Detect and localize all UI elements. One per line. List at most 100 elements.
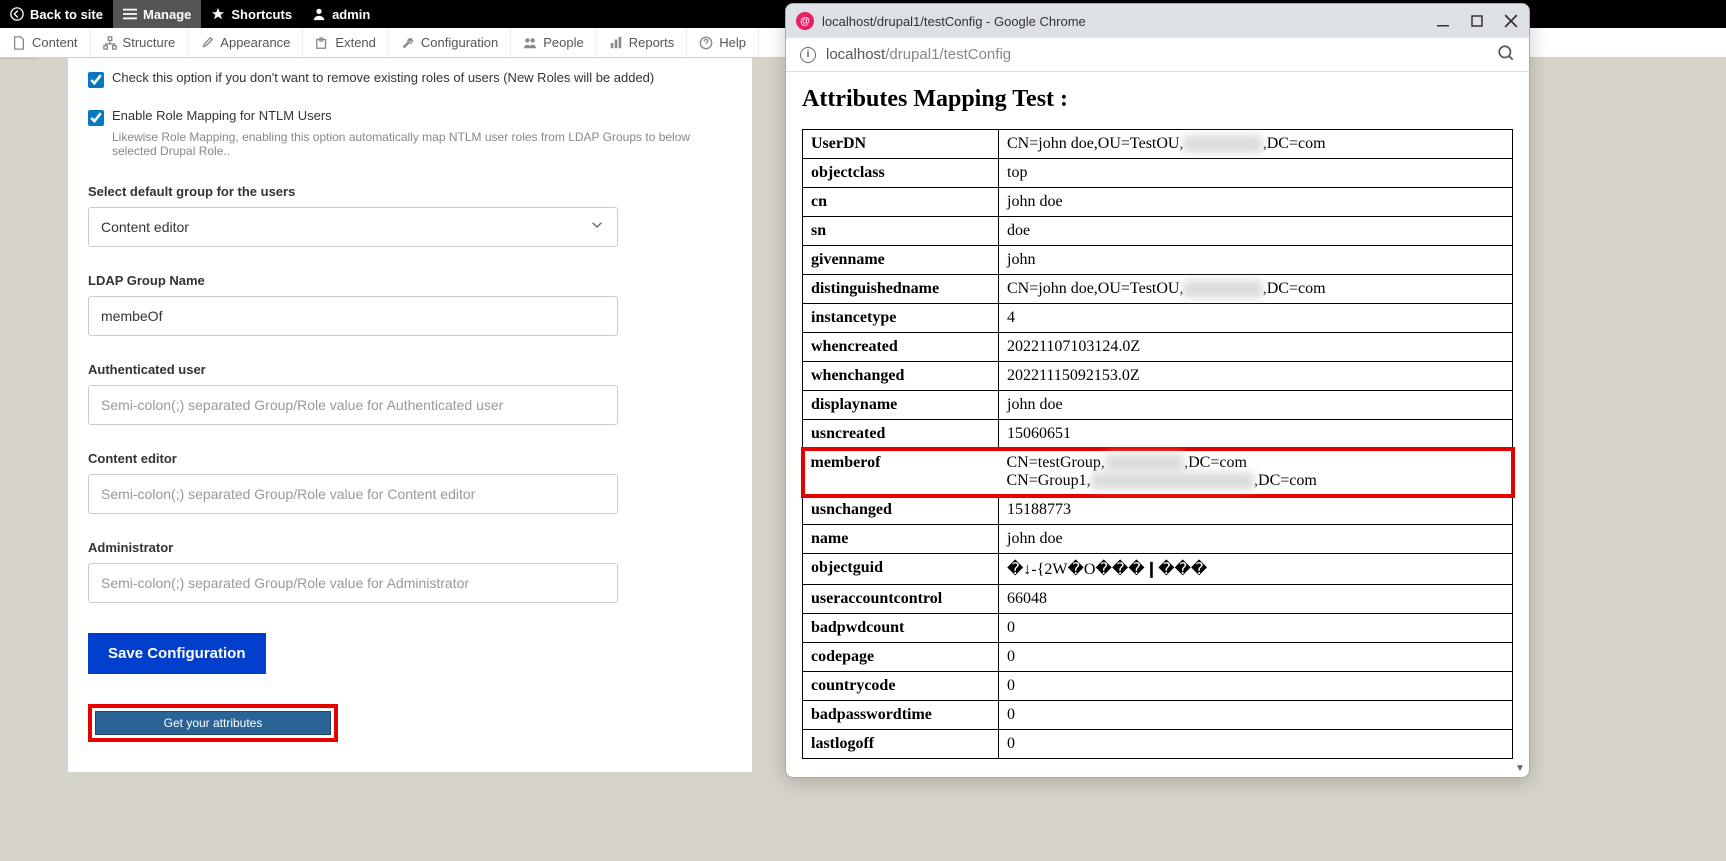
attr-key: codepage <box>803 643 999 672</box>
attr-value: 0 <box>999 701 1513 730</box>
chrome-favicon-icon: @ <box>796 12 814 30</box>
administrator-field: Administrator <box>88 540 732 603</box>
site-info-icon[interactable]: i <box>800 47 816 63</box>
attr-value: CN=john doe,OU=TestOU,DC=xxxxxx,DC=com <box>999 275 1513 304</box>
chrome-titlebar[interactable]: @ localhost/drupal1/testConfig - Google … <box>786 4 1529 38</box>
auth-user-label: Authenticated user <box>88 362 732 377</box>
auth-user-input[interactable] <box>88 385 618 425</box>
shortcuts-button[interactable]: Shortcuts <box>201 0 302 28</box>
scrollbar-down-arrow-icon[interactable]: ▼ <box>1512 760 1528 776</box>
table-row: distinguishednameCN=john doe,OU=TestOU,D… <box>803 275 1513 304</box>
toolbar-structure-label: Structure <box>123 35 176 50</box>
attr-key: cn <box>803 188 999 217</box>
default-group-field: Select default group for the users Conte… <box>88 184 732 247</box>
attr-key: sn <box>803 217 999 246</box>
attr-value: 20221107103124.0Z <box>999 333 1513 362</box>
ldap-group-name-field: LDAP Group Name <box>88 273 732 336</box>
ldap-group-name-input[interactable] <box>88 296 618 336</box>
attr-value: doe <box>999 217 1513 246</box>
attr-key: lastlogoff <box>803 730 999 759</box>
toolbar-content[interactable]: Content <box>0 28 91 57</box>
hamburger-icon <box>123 7 137 21</box>
attr-value: 20221115092153.0Z <box>999 362 1513 391</box>
admin-user-button[interactable]: admin <box>302 0 380 28</box>
attr-value: �↓-{2W�O���❙��� <box>999 554 1513 585</box>
chrome-body: Attributes Mapping Test : UserDNCN=john … <box>786 72 1529 777</box>
get-attributes-button[interactable]: Get your attributes <box>95 711 331 735</box>
toolbar-people[interactable]: People <box>511 28 596 57</box>
default-group-select[interactable]: Content editor <box>88 207 618 247</box>
attr-value: top <box>999 159 1513 188</box>
window-close-button[interactable] <box>1503 13 1519 29</box>
admin-label: admin <box>332 7 370 22</box>
auth-user-field: Authenticated user <box>88 362 732 425</box>
table-row: objectguid�↓-{2W�O���❙��� <box>803 554 1513 585</box>
table-row: usncreated15060651 <box>803 420 1513 449</box>
chrome-address-bar: i localhost/drupal1/testConfig <box>786 38 1529 72</box>
toolbar-content-label: Content <box>32 35 78 50</box>
attributes-table: UserDNCN=john doe,OU=TestOU,DC=xxxxxx,DC… <box>802 129 1513 759</box>
attr-key: objectguid <box>803 554 999 585</box>
table-row: usnchanged15188773 <box>803 496 1513 525</box>
toolbar-configuration[interactable]: Configuration <box>389 28 511 57</box>
toolbar-structure[interactable]: Structure <box>91 28 189 57</box>
people-icon <box>523 36 537 50</box>
window-minimize-button[interactable] <box>1435 13 1451 29</box>
administrator-label: Administrator <box>88 540 732 555</box>
attr-value: john doe <box>999 391 1513 420</box>
table-row: cnjohn doe <box>803 188 1513 217</box>
administrator-input[interactable] <box>88 563 618 603</box>
toolbar-help[interactable]: Help <box>687 28 759 57</box>
attr-value: 4 <box>999 304 1513 333</box>
attr-value: 66048 <box>999 585 1513 614</box>
ldap-group-name-label: LDAP Group Name <box>88 273 732 288</box>
toolbar-extend-label: Extend <box>335 35 375 50</box>
attr-key: UserDN <box>803 130 999 159</box>
back-to-site-button[interactable]: Back to site <box>0 0 113 28</box>
attr-value: 15060651 <box>999 420 1513 449</box>
toolbar-reports[interactable]: Reports <box>597 28 688 57</box>
table-row: useraccountcontrol66048 <box>803 585 1513 614</box>
content-editor-input[interactable] <box>88 474 618 514</box>
manage-button[interactable]: Manage <box>113 0 201 28</box>
attr-key: countrycode <box>803 672 999 701</box>
table-row: countrycode0 <box>803 672 1513 701</box>
chrome-window: @ localhost/drupal1/testConfig - Google … <box>785 3 1530 778</box>
chevron-left-icon <box>10 7 24 21</box>
checkbox-keep-roles-label: Check this option if you don't want to r… <box>112 70 654 85</box>
attr-key: instancetype <box>803 304 999 333</box>
attr-key: name <box>803 525 999 554</box>
attr-key: givenname <box>803 246 999 275</box>
window-maximize-button[interactable] <box>1469 13 1485 29</box>
checkbox-ntlm-row: Enable Role Mapping for NTLM Users <box>88 108 732 126</box>
back-to-site-label: Back to site <box>30 7 103 22</box>
toolbar-reports-label: Reports <box>629 35 675 50</box>
toolbar-extend[interactable]: Extend <box>303 28 388 57</box>
table-row: sndoe <box>803 217 1513 246</box>
toolbar-people-label: People <box>543 35 583 50</box>
star-icon <box>211 7 225 21</box>
toolbar-configuration-label: Configuration <box>421 35 498 50</box>
checkbox-ntlm[interactable] <box>88 110 104 126</box>
toolbar-appearance[interactable]: Appearance <box>188 28 303 57</box>
content-editor-label: Content editor <box>88 451 732 466</box>
attr-value: 0 <box>999 730 1513 759</box>
content-editor-field: Content editor <box>88 451 732 514</box>
checkbox-ntlm-description: Likewise Role Mapping, enabling this opt… <box>112 130 732 158</box>
search-in-page-icon[interactable] <box>1497 44 1515 66</box>
get-attributes-highlight-box: Get your attributes <box>88 704 338 742</box>
attr-value: john doe <box>999 188 1513 217</box>
attr-value: CN=john doe,OU=TestOU,DC=xxxxxx,DC=com <box>999 130 1513 159</box>
toolbar-appearance-label: Appearance <box>220 35 290 50</box>
chrome-url[interactable]: localhost/drupal1/testConfig <box>826 46 1487 63</box>
checkbox-keep-roles[interactable] <box>88 72 104 88</box>
attr-key: usnchanged <box>803 496 999 525</box>
attr-key: memberof <box>803 449 999 496</box>
attr-value: 15188773 <box>999 496 1513 525</box>
attr-key: badpasswordtime <box>803 701 999 730</box>
attributes-mapping-heading: Attributes Mapping Test : <box>802 86 1513 113</box>
attr-key: objectclass <box>803 159 999 188</box>
table-row: badpwdcount0 <box>803 614 1513 643</box>
save-configuration-button[interactable]: Save Configuration <box>88 633 266 674</box>
table-row: memberofCN=testGroup,DC=xxxxxx,DC=comCN=… <box>803 449 1513 496</box>
